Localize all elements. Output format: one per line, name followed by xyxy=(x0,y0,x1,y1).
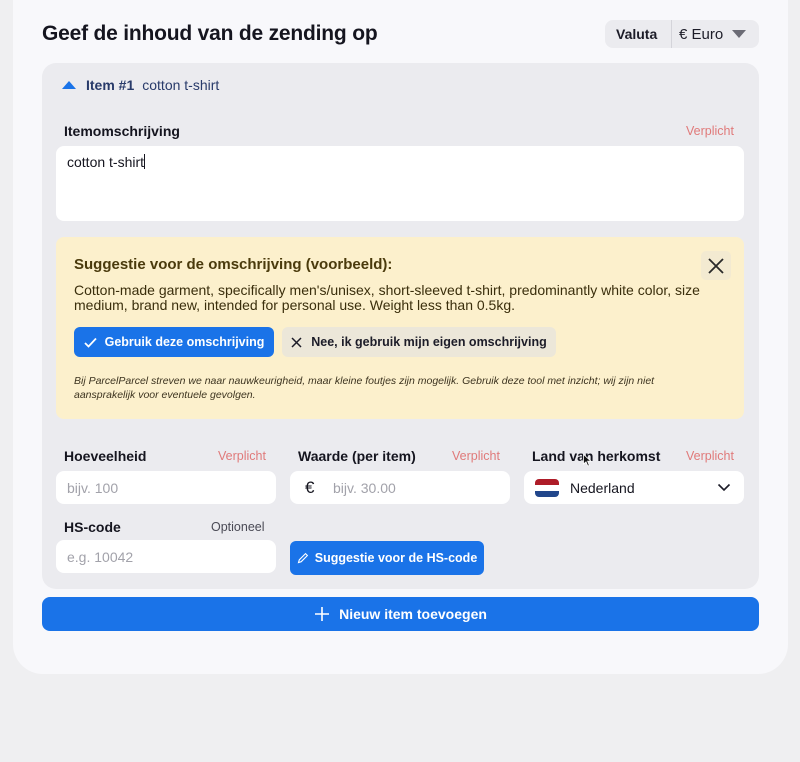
hs-code-suggest-label: Suggestie voor de HS-code xyxy=(314,551,478,565)
origin-required: Verplicht xyxy=(686,449,734,463)
currency-label: Valuta xyxy=(616,26,658,42)
netherlands-flag-icon xyxy=(535,478,559,497)
description-suggestion-box: Suggestie voor de omschrijving (voorbeel… xyxy=(56,237,744,419)
plus-icon xyxy=(315,607,330,621)
item-panel: Item #1 cotton t-shirt Itemomschrijving … xyxy=(42,63,759,589)
currency-selector[interactable]: Valuta € Euro xyxy=(605,20,759,48)
item-number: Item #1 xyxy=(86,77,135,93)
description-value: cotton t-shirt xyxy=(67,154,145,170)
currency-value: € Euro xyxy=(679,25,724,43)
x-icon xyxy=(291,336,302,348)
description-textarea[interactable]: cotton t-shirt xyxy=(56,146,744,221)
add-new-item-button[interactable]: Nieuw item toevoegen xyxy=(42,597,759,631)
mouse-pointer-icon xyxy=(583,454,592,467)
chevron-down-icon xyxy=(717,483,731,492)
add-new-item-label: Nieuw item toevoegen xyxy=(339,606,487,622)
item-name: cotton t-shirt xyxy=(142,77,220,93)
hs-code-placeholder: e.g. 10042 xyxy=(67,548,134,565)
page-title: Geef de inhoud van de zending op xyxy=(42,22,378,45)
pencil-icon xyxy=(297,552,308,564)
quantity-required: Verplicht xyxy=(218,449,266,463)
origin-label: Land van herkomst xyxy=(532,448,661,464)
value-placeholder: bijv. 30.00 xyxy=(333,479,396,496)
hs-code-label: HS-code xyxy=(64,519,121,535)
own-description-label: Nee, ik gebruik mijn eigen omschrijving xyxy=(311,335,547,349)
own-description-button[interactable]: Nee, ik gebruik mijn eigen omschrijving xyxy=(282,327,556,357)
quantity-label: Hoeveelheid xyxy=(64,448,147,464)
quantity-input[interactable]: bijv. 100 xyxy=(56,471,276,504)
hs-code-suggest-button[interactable]: Suggestie voor de HS-code xyxy=(290,541,484,575)
item-header-toggle[interactable]: Item #1 cotton t-shirt xyxy=(62,77,219,93)
checkmark-icon xyxy=(83,337,97,348)
description-required: Verplicht xyxy=(686,124,734,138)
use-suggestion-label: Gebruik deze omschrijving xyxy=(104,335,265,349)
suggestion-text: Cotton-made garment, specifically men's/… xyxy=(74,282,700,313)
text-cursor xyxy=(144,154,146,169)
caret-down-icon xyxy=(732,30,746,38)
suggestion-title: Suggestie voor de omschrijving (voorbeel… xyxy=(74,256,393,273)
quantity-placeholder: bijv. 100 xyxy=(67,479,119,496)
value-required: Verplicht xyxy=(452,449,500,463)
collapse-triangle-icon xyxy=(62,81,76,89)
use-suggestion-button[interactable]: Gebruik deze omschrijving xyxy=(74,327,274,357)
close-icon xyxy=(708,257,724,274)
suggestion-close-button[interactable] xyxy=(701,251,731,280)
suggestion-disclaimer: Bij ParcelParcel streven we naar nauwkeu… xyxy=(74,375,655,401)
value-input[interactable]: € bijv. 30.00 xyxy=(290,471,510,504)
origin-country-select[interactable]: Nederland xyxy=(524,471,744,504)
value-label: Waarde (per item) xyxy=(298,448,416,464)
description-label: Itemomschrijving xyxy=(64,123,180,139)
origin-country-value: Nederland xyxy=(570,479,635,496)
euro-icon: € xyxy=(305,477,315,497)
hs-code-input[interactable]: e.g. 10042 xyxy=(56,540,276,573)
hs-code-optional: Optioneel xyxy=(211,520,265,534)
